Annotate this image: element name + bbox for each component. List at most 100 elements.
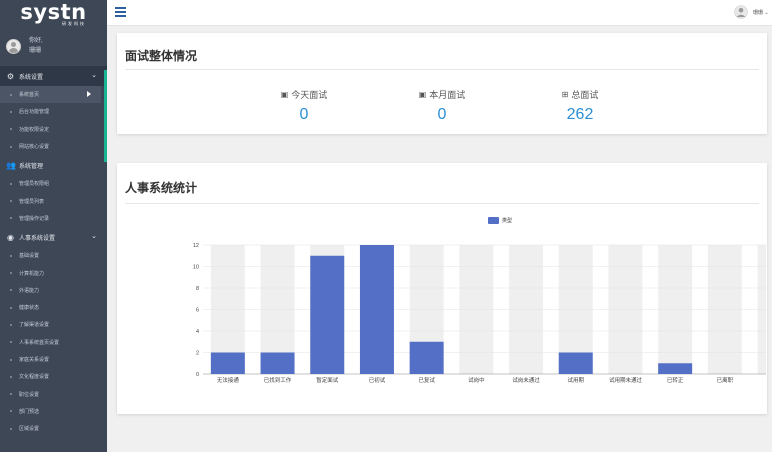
sidebar-item-language[interactable]: 外语能力: [0, 282, 107, 299]
user-avatar-icon[interactable]: [734, 5, 748, 19]
sidebar-item-backend-functions[interactable]: 后台功能管理: [0, 103, 107, 120]
hr-stats-title: 人事系统统计: [125, 181, 198, 195]
bullet-icon: [10, 272, 12, 275]
gift-icon: ⊞: [561, 90, 569, 99]
sidebar-item-department[interactable]: 部门预选: [0, 403, 107, 420]
sidebar-item-label: 管理员权限组: [19, 181, 50, 188]
brand-logo[interactable]: systn 研发科技: [0, 0, 107, 27]
user-name: 珊珊: [29, 48, 42, 54]
sidebar-section-label: 系统设置: [19, 74, 44, 81]
sidebar-item-region[interactable]: 区域设置: [0, 420, 107, 437]
topbar-user-menu[interactable]: 珊珊 ⌄: [753, 9, 769, 16]
bullet-icon: [10, 217, 12, 220]
sidebar-item-education[interactable]: 文化程度设置: [0, 368, 107, 385]
stat-label: 总面试: [571, 90, 599, 100]
bullet-icon: [10, 93, 12, 96]
bullet-icon: [10, 289, 12, 292]
sidebar-item-label: 外语能力: [19, 287, 40, 294]
sidebar: systn 研发科技 你好, 珊珊 ⚙ 系统设置 ⌄ 系统首页 后台功能管理 功…: [0, 0, 107, 452]
sidebar-item-label: 部门预选: [19, 408, 40, 415]
stat-label: 今天面试: [291, 90, 328, 100]
stat-value: 262: [566, 106, 594, 123]
sidebar-item-computer-skill[interactable]: 计算机能力: [0, 264, 107, 281]
sidebar-section-label: 人事系统设置: [19, 235, 56, 242]
sidebar-item-position[interactable]: 职位设置: [0, 385, 107, 402]
sidebar-item-label: 人事系统首页设置: [19, 339, 60, 346]
divider: [125, 69, 759, 70]
overview-title: 面试整体情况: [125, 49, 198, 63]
menu-toggle-icon[interactable]: [115, 7, 126, 17]
sidebar-section-system-settings[interactable]: ⚙ 系统设置 ⌄: [0, 66, 107, 86]
sidebar-item-home[interactable]: 系统首页: [0, 86, 101, 104]
chart-legend[interactable]: 类型: [488, 217, 512, 224]
sidebar-item-family[interactable]: 家庭关系设置: [0, 351, 107, 368]
bullet-icon: [10, 375, 12, 378]
sidebar-item-label: 了解渠道设置: [19, 322, 50, 329]
sidebar-item-label: 区域设置: [19, 426, 40, 433]
caret-right-icon: [87, 91, 91, 97]
user-greeting: 你好,: [29, 38, 43, 44]
sidebar-item-label: 管理操作记录: [19, 215, 50, 222]
bullet-icon: [10, 254, 12, 257]
sidebar-item-admin-groups[interactable]: 管理员权限组: [0, 175, 107, 192]
bullet-icon: [10, 323, 12, 326]
brand-subtitle: 研发科技: [62, 21, 86, 26]
sidebar-section-hr-settings[interactable]: ◉ 人事系统设置 ⌄: [0, 227, 107, 247]
bullet-icon: [10, 128, 12, 131]
stat-today: ▣ 今天面试 0: [264, 88, 344, 124]
sidebar-item-label: 健康状态: [19, 305, 40, 312]
sidebar-item-label: 网站核心设置: [19, 144, 50, 151]
users-icon: 👥: [6, 160, 16, 170]
overview-panel: 面试整体情况 ▣ 今天面试 0 ▣ 本月面试 0 ⊞ 总面试 262: [117, 33, 767, 134]
sidebar-item-label: 管理员列表: [19, 198, 45, 205]
chevron-down-icon: ⌄: [764, 10, 769, 16]
bullet-icon: [10, 427, 12, 430]
topbar-username: 珊珊: [753, 10, 764, 16]
sidebar-item-label: 文化程度设置: [19, 374, 50, 381]
bullet-icon: [10, 393, 12, 396]
user-profile: 你好, 珊珊: [0, 26, 107, 66]
stat-label: 本月面试: [429, 90, 466, 100]
avatar[interactable]: [6, 38, 21, 54]
sidebar-item-label: 系统首页: [19, 92, 40, 99]
bullet-icon: [10, 182, 12, 185]
stat-value: 0: [299, 106, 309, 123]
sidebar-item-health[interactable]: 健康状态: [0, 299, 107, 316]
circle-dot-icon: ◉: [7, 232, 14, 242]
chevron-down-icon: ⌄: [91, 72, 97, 79]
stat-total: ⊞ 总面试 262: [540, 88, 620, 124]
sidebar-item-label: 基础设置: [19, 253, 40, 260]
sidebar-item-label: 家庭关系设置: [19, 357, 50, 363]
active-indicator: [104, 70, 107, 162]
sidebar-item-label: 后台功能管理: [19, 109, 50, 116]
sidebar-item-basic[interactable]: 基础设置: [0, 247, 107, 264]
topbar: 珊珊 ⌄: [107, 0, 772, 26]
bullet-icon: [10, 341, 12, 344]
sidebar-item-channel[interactable]: 了解渠道设置: [0, 316, 107, 333]
bullet-icon: [10, 306, 12, 309]
sidebar-item-hr-home[interactable]: 人事系统首页设置: [0, 334, 107, 351]
divider: [125, 203, 759, 204]
bullet-icon: [10, 200, 12, 203]
sidebar-section-label: 系统管理: [19, 163, 44, 170]
sidebar-section-system-management[interactable]: 👥 系统管理: [0, 155, 107, 175]
bullet-icon: [10, 410, 12, 413]
sidebar-item-label: 功能权限设定: [19, 126, 50, 133]
gears-icon: ⚙: [6, 71, 15, 81]
calendar-icon: ▣: [280, 90, 289, 99]
sidebar-item-site-core[interactable]: 网站核心设置: [0, 138, 107, 155]
bullet-icon: [10, 145, 12, 148]
sidebar-item-admin-list[interactable]: 管理员列表: [0, 192, 107, 209]
sidebar-item-admin-log[interactable]: 管理操作记录: [0, 210, 107, 227]
sidebar-item-label: 职位设置: [19, 391, 40, 398]
sidebar-item-permissions[interactable]: 功能权限设定: [0, 121, 107, 138]
bullet-icon: [10, 110, 12, 113]
hr-stats-panel: 人事系统统计: [117, 163, 767, 414]
sidebar-item-label: 计算机能力: [19, 270, 45, 277]
stat-value: 0: [437, 106, 447, 123]
calendar-icon: ▣: [418, 90, 427, 99]
legend-label: 类型: [502, 218, 513, 224]
stat-month: ▣ 本月面试 0: [402, 88, 482, 124]
legend-swatch: [488, 217, 499, 224]
chevron-down-icon: ⌄: [91, 233, 97, 241]
